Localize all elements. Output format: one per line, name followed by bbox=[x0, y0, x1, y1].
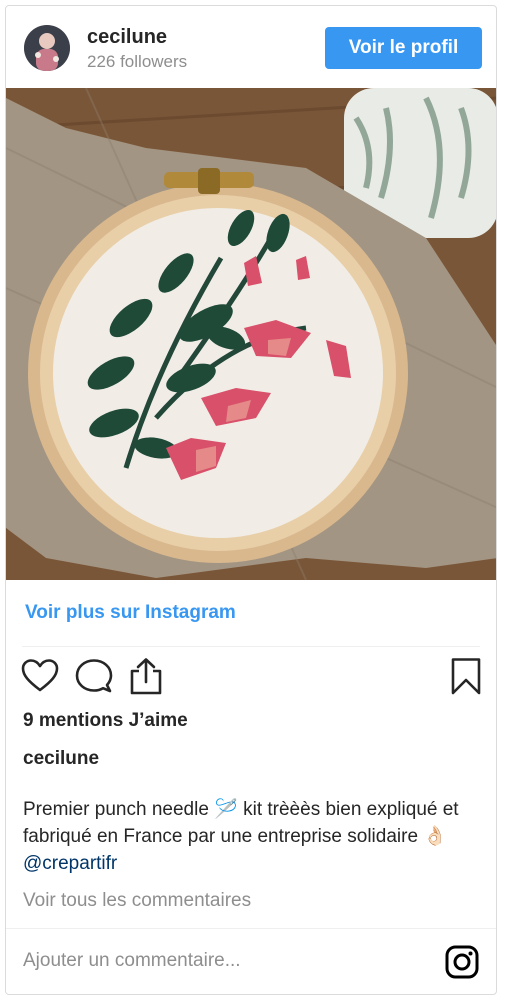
heart-icon[interactable] bbox=[20, 656, 60, 696]
username[interactable]: cecilune bbox=[87, 26, 167, 49]
instagram-icon[interactable] bbox=[444, 944, 480, 980]
caption-username[interactable]: cecilune bbox=[23, 748, 99, 770]
post-header: cecilune 226 followers Voir le profil bbox=[6, 6, 496, 88]
bookmark-icon[interactable] bbox=[446, 656, 486, 696]
comment-bar bbox=[6, 928, 496, 994]
caption-text: Premier punch needle 🪡 kit trèèès bien e… bbox=[23, 799, 459, 847]
avatar[interactable] bbox=[24, 25, 70, 71]
follower-count: 226 followers bbox=[87, 52, 188, 71]
action-bar bbox=[6, 656, 496, 702]
view-more-on-instagram-link[interactable]: Voir plus sur Instagram bbox=[25, 602, 236, 624]
mention-link[interactable]: @crepartifr bbox=[23, 853, 117, 874]
view-all-comments-link[interactable]: Voir tous les commentaires bbox=[23, 890, 251, 912]
instagram-embed-card: cecilune 226 followers Voir le profil Vo… bbox=[5, 5, 497, 995]
post-image[interactable] bbox=[6, 88, 496, 580]
add-comment-input[interactable] bbox=[23, 946, 413, 976]
divider bbox=[22, 646, 480, 647]
comment-icon[interactable] bbox=[74, 656, 114, 696]
view-profile-button[interactable]: Voir le profil bbox=[325, 27, 482, 69]
share-icon[interactable] bbox=[126, 656, 166, 696]
caption: Premier punch needle 🪡 kit trèèès bien e… bbox=[23, 796, 473, 877]
like-count[interactable]: 9 mentions J’aime bbox=[23, 710, 188, 732]
